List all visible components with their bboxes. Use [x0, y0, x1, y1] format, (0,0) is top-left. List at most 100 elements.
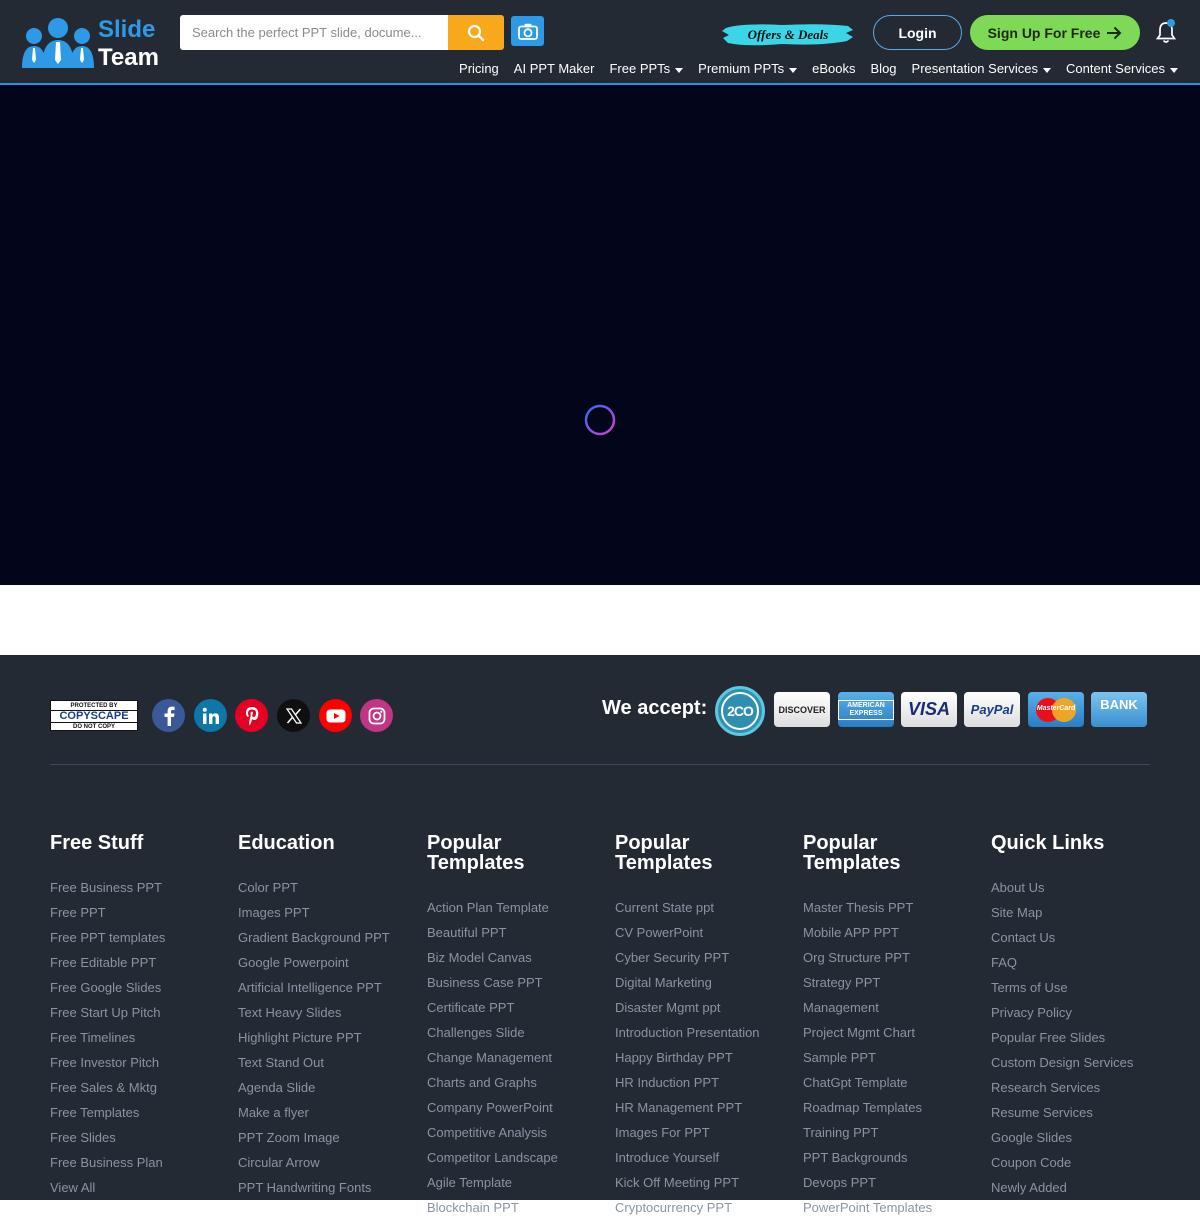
- footer-link[interactable]: Current State ppt: [615, 895, 795, 920]
- youtube-link[interactable]: [319, 699, 352, 732]
- footer-link[interactable]: HR Management PPT: [615, 1095, 795, 1120]
- search-button[interactable]: [448, 15, 504, 50]
- footer-link[interactable]: Color PPT: [238, 875, 418, 900]
- footer-link[interactable]: Artificial Intelligence PPT: [238, 975, 418, 1000]
- nav-item-pricing[interactable]: Pricing: [459, 61, 499, 76]
- footer-link[interactable]: FAQ: [991, 950, 1171, 975]
- footer-link[interactable]: Business Case PPT: [427, 970, 607, 995]
- footer-link[interactable]: Free PPT: [50, 900, 230, 925]
- footer-link[interactable]: Images PPT: [238, 900, 418, 925]
- signup-button[interactable]: Sign Up For Free: [970, 15, 1140, 50]
- footer-link[interactable]: Free Start Up Pitch: [50, 1000, 230, 1025]
- footer-link[interactable]: Biz Model Canvas: [427, 945, 607, 970]
- nav-item-presentation-services[interactable]: Presentation Services: [912, 61, 1051, 76]
- footer-link[interactable]: About Us: [991, 875, 1171, 900]
- footer-link[interactable]: Digital Marketing: [615, 970, 795, 995]
- footer-link[interactable]: Gradient Background PPT: [238, 925, 418, 950]
- footer-link[interactable]: Make a flyer: [238, 1100, 418, 1125]
- footer-link[interactable]: Cryptocurrency PPT: [615, 1195, 795, 1220]
- footer-link[interactable]: Mobile APP PPT: [803, 920, 983, 945]
- footer-link[interactable]: Free Slides: [50, 1125, 230, 1150]
- footer-link[interactable]: Highlight Picture PPT: [238, 1025, 418, 1050]
- footer-link[interactable]: Devops PPT: [803, 1170, 983, 1195]
- footer-link[interactable]: Google Powerpoint: [238, 950, 418, 975]
- footer-link[interactable]: Agenda Slide: [238, 1075, 418, 1100]
- footer-link[interactable]: Competitor Landscape: [427, 1145, 607, 1170]
- footer-link[interactable]: Free PPT templates: [50, 925, 230, 950]
- nav-item-free-ppts[interactable]: Free PPTs: [609, 61, 684, 76]
- footer-link[interactable]: Roadmap Templates: [803, 1095, 983, 1120]
- footer-link[interactable]: Master Thesis PPT: [803, 895, 983, 920]
- nav-item-blog[interactable]: Blog: [871, 61, 897, 76]
- footer-link[interactable]: Privacy Policy: [991, 1000, 1171, 1025]
- nav-item-ai-ppt-maker[interactable]: AI PPT Maker: [514, 61, 595, 76]
- footer-link[interactable]: Text Heavy Slides: [238, 1000, 418, 1025]
- footer-link[interactable]: Site Map: [991, 900, 1171, 925]
- footer-link[interactable]: Resume Services: [991, 1100, 1171, 1125]
- footer-link[interactable]: Strategy PPT: [803, 970, 983, 995]
- footer-link[interactable]: Challenges Slide: [427, 1020, 607, 1045]
- footer-link[interactable]: Free Business PPT: [50, 875, 230, 900]
- linkedin-link[interactable]: [194, 699, 227, 732]
- search-input[interactable]: [180, 15, 448, 50]
- footer-link[interactable]: Google Slides: [991, 1125, 1171, 1150]
- footer-link[interactable]: Introduce Yourself: [615, 1145, 795, 1170]
- footer-link[interactable]: Training PPT: [803, 1120, 983, 1145]
- nav-item-content-services[interactable]: Content Services: [1066, 61, 1178, 76]
- footer-link[interactable]: Text Stand Out: [238, 1050, 418, 1075]
- login-button[interactable]: Login: [873, 15, 962, 50]
- footer-link[interactable]: Org Structure PPT: [803, 945, 983, 970]
- footer-link[interactable]: View All: [50, 1175, 230, 1200]
- footer-link[interactable]: Contact Us: [991, 925, 1171, 950]
- footer-link[interactable]: Disaster Mgmt ppt: [615, 995, 795, 1020]
- image-search-button[interactable]: [511, 16, 544, 46]
- footer-link[interactable]: Certificate PPT: [427, 995, 607, 1020]
- footer-link[interactable]: Change Management: [427, 1045, 607, 1070]
- footer-link[interactable]: PPT Handwriting Fonts: [238, 1175, 418, 1200]
- footer-link[interactable]: Company PowerPoint: [427, 1095, 607, 1120]
- footer-link[interactable]: Free Templates: [50, 1100, 230, 1125]
- footer-link[interactable]: CV PowerPoint: [615, 920, 795, 945]
- footer-link[interactable]: Project Mgmt Chart: [803, 1020, 983, 1045]
- pinterest-link[interactable]: [235, 699, 268, 732]
- footer-link[interactable]: Free Editable PPT: [50, 950, 230, 975]
- footer-link[interactable]: HR Induction PPT: [615, 1070, 795, 1095]
- footer-link[interactable]: Beautiful PPT: [427, 920, 607, 945]
- footer-link[interactable]: Free Sales & Mktg: [50, 1075, 230, 1100]
- facebook-link[interactable]: [152, 699, 185, 732]
- footer-link[interactable]: Newly Added: [991, 1175, 1171, 1200]
- footer-link[interactable]: Happy Birthday PPT: [615, 1045, 795, 1070]
- footer-link[interactable]: ChatGpt Template: [803, 1070, 983, 1095]
- footer-link[interactable]: Charts and Graphs: [427, 1070, 607, 1095]
- offers-deals-link[interactable]: Offers & Deals: [722, 22, 854, 48]
- footer-link[interactable]: PPT Zoom Image: [238, 1125, 418, 1150]
- footer-link[interactable]: Images For PPT: [615, 1120, 795, 1145]
- footer-link[interactable]: Competitive Analysis: [427, 1120, 607, 1145]
- footer-link[interactable]: Free Google Slides: [50, 975, 230, 1000]
- footer-link[interactable]: Kick Off Meeting PPT: [615, 1170, 795, 1195]
- footer-link[interactable]: Free Timelines: [50, 1025, 230, 1050]
- footer-link[interactable]: Research Services: [991, 1075, 1171, 1100]
- footer-link[interactable]: Management: [803, 995, 983, 1020]
- x-link[interactable]: [277, 699, 310, 732]
- footer-link[interactable]: Popular Free Slides: [991, 1025, 1171, 1050]
- nav-item-premium-ppts[interactable]: Premium PPTs: [698, 61, 798, 76]
- footer-link[interactable]: Introduction Presentation: [615, 1020, 795, 1045]
- footer-link[interactable]: Sample PPT: [803, 1045, 983, 1070]
- footer-link[interactable]: PowerPoint Templates: [803, 1195, 983, 1220]
- nav-item-ebooks[interactable]: eBooks: [812, 61, 855, 76]
- instagram-link[interactable]: [360, 699, 393, 732]
- footer-link[interactable]: Coupon Code: [991, 1150, 1171, 1175]
- footer-link[interactable]: Circular Arrow: [238, 1150, 418, 1175]
- footer-link[interactable]: Custom Design Services: [991, 1050, 1171, 1075]
- footer-link[interactable]: Cyber Security PPT: [615, 945, 795, 970]
- footer-link[interactable]: Blockchain PPT: [427, 1195, 607, 1220]
- footer-link[interactable]: Free Investor Pitch: [50, 1050, 230, 1075]
- footer-link[interactable]: Terms of Use: [991, 975, 1171, 1000]
- slideteam-logo[interactable]: Slide Team: [20, 14, 165, 72]
- footer-link[interactable]: Agile Template: [427, 1170, 607, 1195]
- footer-link[interactable]: Action Plan Template: [427, 895, 607, 920]
- copyscape-badge[interactable]: PROTECTED BY COPYSCAPE DO NOT COPY: [50, 700, 138, 731]
- footer-link[interactable]: Free Business Plan: [50, 1150, 230, 1175]
- footer-link[interactable]: PPT Backgrounds: [803, 1145, 983, 1170]
